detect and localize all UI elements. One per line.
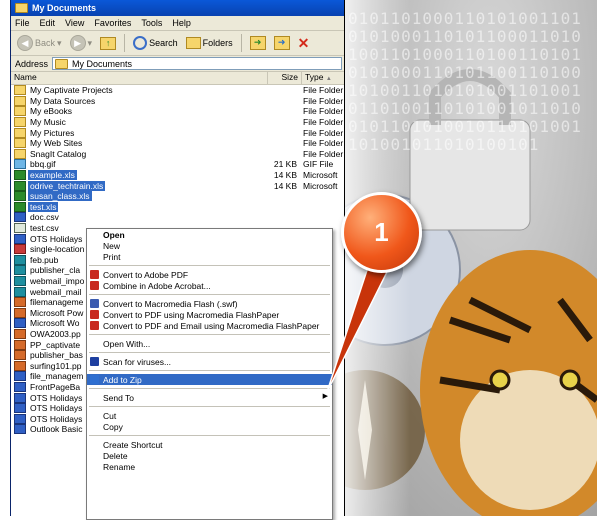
callout-number-badge: 1	[341, 192, 422, 273]
callout-pointer-shape	[326, 254, 394, 393]
callout-number: 1	[374, 217, 389, 247]
callout-pointer	[326, 254, 394, 393]
